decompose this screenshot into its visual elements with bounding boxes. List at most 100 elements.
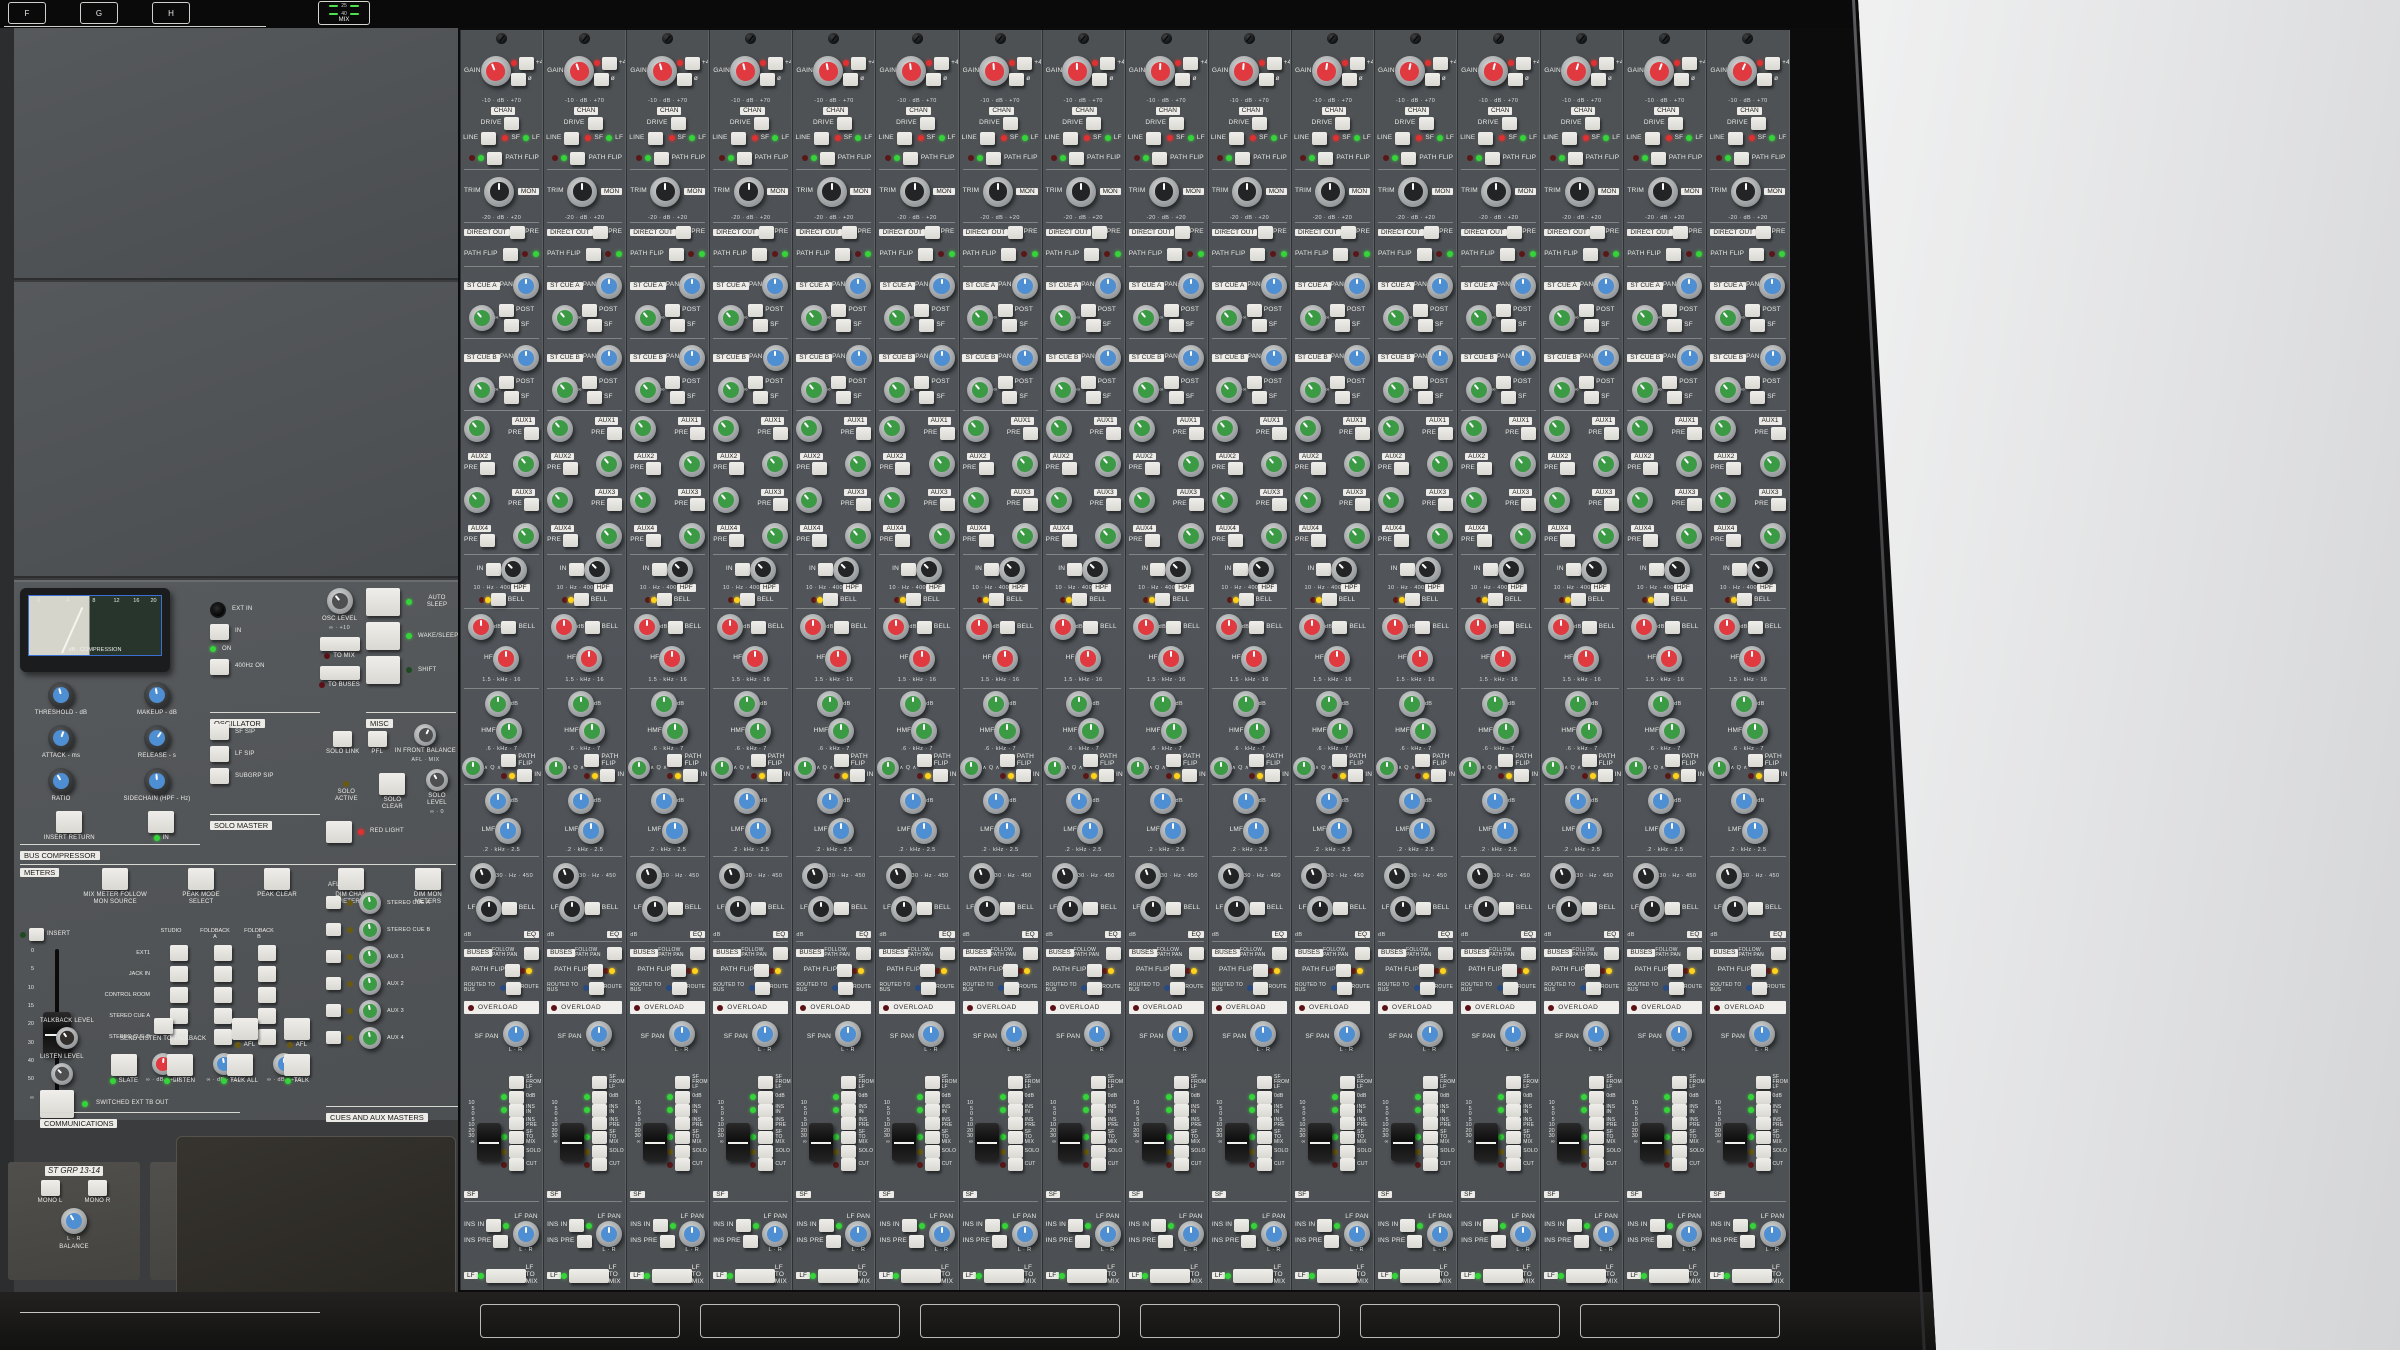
aux3-level-knob[interactable] — [1212, 487, 1238, 513]
aux4-pre-button[interactable] — [895, 534, 910, 547]
lf-to-mix-button[interactable] — [1150, 1269, 1190, 1283]
lmf-gain-knob[interactable] — [1316, 788, 1342, 814]
sf-pan-knob[interactable] — [1334, 1021, 1360, 1047]
lf-ins-pre-button[interactable] — [909, 1235, 924, 1248]
hf-gain-knob[interactable] — [1548, 614, 1574, 640]
listen-button[interactable] — [167, 1054, 193, 1076]
path-flip-button[interactable] — [1417, 248, 1432, 261]
balance-knob[interactable] — [61, 1208, 87, 1234]
bell-button[interactable] — [491, 593, 506, 606]
solo-button[interactable] — [1091, 1145, 1106, 1158]
lmf-freq-knob[interactable] — [994, 818, 1020, 844]
aux3-level-knob[interactable] — [1544, 487, 1570, 513]
hf-gain-knob[interactable] — [1216, 614, 1242, 640]
phase-button[interactable] — [926, 73, 941, 86]
drive-button[interactable] — [1086, 117, 1101, 130]
aux3-level-knob[interactable] — [1378, 487, 1404, 513]
eq-in-button[interactable] — [600, 769, 615, 782]
cue-b-pan-knob[interactable] — [513, 345, 539, 371]
aux1-pre-button[interactable] — [690, 427, 705, 440]
hpf-in-button[interactable] — [1732, 563, 1747, 576]
aux4-level-knob[interactable] — [596, 523, 622, 549]
lf-gain-knob[interactable] — [1390, 896, 1416, 922]
path-flip-button[interactable] — [1651, 152, 1666, 165]
aux1-level-knob[interactable] — [1295, 416, 1321, 442]
aux1-pre-button[interactable] — [1189, 427, 1204, 440]
drive-button[interactable] — [1502, 117, 1517, 130]
path-flip-button[interactable] — [1000, 754, 1015, 767]
cue-b-sf-button[interactable] — [587, 391, 602, 404]
eq-in-button[interactable] — [850, 769, 865, 782]
aux1-level-knob[interactable] — [1710, 416, 1736, 442]
send-listen-button[interactable] — [154, 1018, 173, 1034]
lf-ins-in-button[interactable] — [1317, 1219, 1332, 1232]
line-button[interactable] — [814, 132, 829, 145]
cue-a-level-knob[interactable] — [1383, 305, 1409, 331]
trim-knob[interactable] — [900, 177, 930, 207]
gain-knob[interactable] — [730, 56, 760, 86]
lf-gain-knob[interactable] — [1639, 896, 1665, 922]
drive-button[interactable] — [1585, 117, 1600, 130]
matrix-button-jack-in-studio[interactable] — [170, 966, 188, 982]
in-front-balance-knob[interactable] — [414, 724, 436, 746]
bell-button[interactable] — [574, 593, 589, 606]
ins-pre-button[interactable] — [1091, 1117, 1106, 1130]
osc-to-mix-button[interactable] — [320, 637, 360, 651]
matrix-button-ext1-foldback-b[interactable] — [258, 945, 276, 961]
hmf-freq-knob[interactable] — [1493, 718, 1519, 744]
lf-pan-knob[interactable] — [762, 1221, 788, 1247]
lf-pan-knob[interactable] — [1095, 1221, 1121, 1247]
direct-out-pre-button[interactable] — [1507, 226, 1522, 239]
path-flip-button[interactable] — [1419, 964, 1434, 977]
lmf-freq-knob[interactable] — [1243, 818, 1269, 844]
sf-pan-knob[interactable] — [1167, 1021, 1193, 1047]
sf-from-lf-button[interactable] — [925, 1076, 940, 1089]
aux3-pre-button[interactable] — [1521, 498, 1536, 511]
route-button[interactable] — [1752, 982, 1767, 995]
zero-db-button[interactable] — [1506, 1091, 1521, 1104]
path-flip-button[interactable] — [584, 754, 599, 767]
lf-ins-pre-button[interactable] — [1574, 1235, 1589, 1248]
follow-path-pan-button[interactable] — [607, 947, 622, 960]
lf-to-mix-button[interactable] — [1317, 1269, 1357, 1283]
afl-button[interactable] — [326, 896, 341, 909]
ins-pre-button[interactable] — [509, 1117, 524, 1130]
cue-a-post-button[interactable] — [582, 304, 597, 317]
bell-button[interactable] — [823, 593, 838, 606]
fader-cap[interactable] — [1391, 1123, 1415, 1161]
ins-pre-button[interactable] — [1340, 1117, 1355, 1130]
solo-button[interactable] — [1257, 1145, 1272, 1158]
cue-a-level-knob[interactable] — [469, 305, 495, 331]
gain-knob[interactable] — [1727, 56, 1757, 86]
hmf-q-knob[interactable] — [462, 757, 484, 779]
sf-pan-knob[interactable] — [752, 1021, 778, 1047]
release-knob[interactable] — [144, 725, 170, 751]
direct-out-pre-button[interactable] — [1673, 226, 1688, 239]
sf-to-mix-button[interactable] — [1506, 1131, 1521, 1144]
ins-pre-button[interactable] — [841, 1117, 856, 1130]
cue-b-pan-knob[interactable] — [1760, 345, 1786, 371]
cue-b-post-button[interactable] — [1496, 376, 1511, 389]
aux2-pre-button[interactable] — [646, 462, 661, 475]
lf-gain-knob[interactable] — [974, 896, 1000, 922]
ins-pre-button[interactable] — [1506, 1117, 1521, 1130]
line-button[interactable] — [1645, 132, 1660, 145]
direct-out-pre-button[interactable] — [510, 226, 525, 239]
aux1-level-knob[interactable] — [1212, 416, 1238, 442]
hf-gain-knob[interactable] — [1714, 614, 1740, 640]
phase-button[interactable] — [677, 73, 692, 86]
path-flip-button[interactable] — [1087, 964, 1102, 977]
aux2-pre-button[interactable] — [729, 462, 744, 475]
bell-button[interactable] — [1571, 593, 1586, 606]
aux4-pre-button[interactable] — [1477, 534, 1492, 547]
lmf-gain-knob[interactable] — [734, 788, 760, 814]
hmf-gain-knob[interactable] — [1066, 691, 1092, 717]
lf-pan-knob[interactable] — [1593, 1221, 1619, 1247]
studio-afl-button[interactable] — [232, 1018, 258, 1040]
lf-gain-knob[interactable] — [1473, 896, 1499, 922]
cue-b-sf-button[interactable] — [670, 391, 685, 404]
hmf-freq-knob[interactable] — [579, 718, 605, 744]
drive-button[interactable] — [1668, 117, 1683, 130]
aux4-level-knob[interactable] — [1095, 523, 1121, 549]
lmf-freq-knob[interactable] — [1160, 818, 1186, 844]
